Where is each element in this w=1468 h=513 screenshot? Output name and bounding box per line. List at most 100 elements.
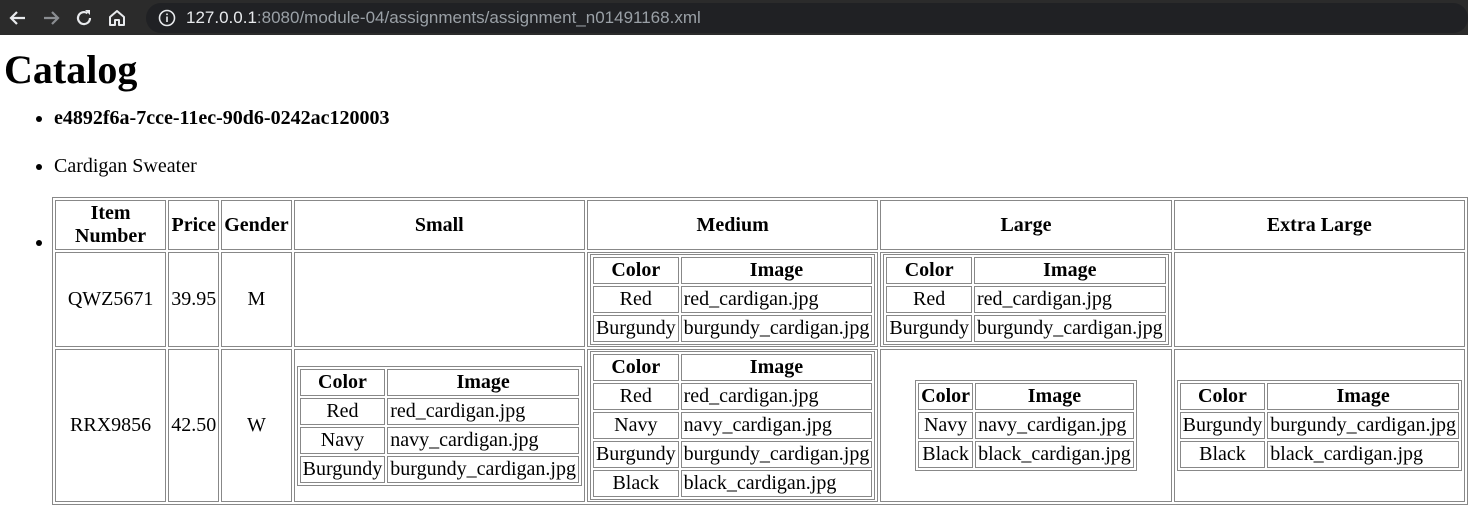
color-image-table: Color Image Burgundy burgundy_cardigan.jpg B… — [1176, 380, 1462, 471]
color-image-row: Burgundy burgundy_cardigan.jpg — [299, 455, 579, 483]
catalog-list: e4892f6a-7cce-11ec-90d6-0242ac120003 Car… — [0, 105, 1468, 505]
image-header: Image — [680, 354, 873, 381]
color-image-row: Navy navy_cardigan.jpg — [299, 426, 579, 454]
forward-arrow-icon — [44, 10, 60, 25]
image-cell: red_cardigan.jpg — [387, 397, 579, 425]
size-cell-extra-large: Color Image Burgundy burgundy_cardigan.jpg B… — [1173, 349, 1465, 502]
color-image-row: Red red_cardigan.jpg — [592, 286, 873, 313]
image-cell: burgundy_cardigan.jpg — [680, 441, 873, 468]
color-header: Color — [592, 354, 679, 381]
color-image-row: Burgundy burgundy_cardigan.jpg — [1179, 412, 1459, 439]
color-cell: Black — [592, 470, 679, 497]
home-icon — [109, 9, 125, 26]
size-cell-small: Color Image Red red_cardigan.jpg Navy navy_ca… — [293, 349, 585, 502]
image-cell: black_cardigan.jpg — [680, 470, 873, 497]
image-cell: burgundy_cardigan.jpg — [1267, 412, 1459, 439]
size-cell-large: Color Image Red red_cardigan.jpg Burgundy bur… — [880, 252, 1172, 347]
color-image-row: Navy navy_cardigan.jpg — [918, 412, 1134, 439]
color-cell: Burgundy — [592, 315, 679, 342]
color-cell: Red — [886, 286, 972, 313]
header-small: Small — [293, 200, 585, 250]
size-cell-medium: Color Image Red red_cardigan.jpg Navy navy_ca… — [586, 349, 879, 502]
color-image-table: Color Image Red red_cardigan.jpg Navy navy_ca… — [589, 351, 876, 500]
color-image-row: Black black_cardigan.jpg — [918, 441, 1134, 468]
image-header: Image — [973, 257, 1166, 284]
color-image-row: Navy navy_cardigan.jpg — [592, 412, 873, 439]
color-cell: Black — [918, 441, 974, 468]
image-cell: burgundy_cardigan.jpg — [387, 455, 579, 483]
page-title: Catalog — [4, 47, 138, 92]
color-image-row: Burgundy burgundy_cardigan.jpg — [886, 315, 1166, 342]
color-cell: Black — [1179, 441, 1266, 468]
image-cell: black_cardigan.jpg — [975, 441, 1134, 468]
color-image-row: Black black_cardigan.jpg — [592, 470, 873, 497]
color-image-row: Red red_cardigan.jpg — [299, 397, 579, 425]
image-cell: navy_cardigan.jpg — [680, 412, 873, 439]
color-header: Color — [918, 383, 974, 410]
header-extra-large: Extra Large — [1173, 200, 1465, 250]
color-image-row: Burgundy burgundy_cardigan.jpg — [592, 315, 873, 342]
size-cell-large: Color Image Navy navy_cardigan.jpg Black blac… — [880, 349, 1172, 502]
image-cell: red_cardigan.jpg — [680, 286, 873, 313]
color-cell: Burgundy — [1179, 412, 1266, 439]
color-image-header-row: Color Image — [592, 354, 873, 381]
reload-button[interactable] — [69, 3, 99, 33]
color-cell: Red — [592, 286, 679, 313]
address-bar[interactable]: 127.0.0.1:8080/module-04/assignments/ass… — [146, 2, 1468, 33]
image-header: Image — [387, 368, 579, 396]
header-gender: Gender — [221, 200, 292, 250]
color-image-table: Color Image Red red_cardigan.jpg Navy navy_ca… — [296, 365, 582, 486]
browser-toolbar: 127.0.0.1:8080/module-04/assignments/ass… — [0, 0, 1468, 35]
color-image-row: Black black_cardigan.jpg — [1179, 441, 1459, 468]
color-image-table: Color Image Red red_cardigan.jpg Burgundy bur… — [589, 254, 876, 345]
gender-cell: W — [221, 349, 292, 502]
color-image-table: Color Image Red red_cardigan.jpg Burgundy bur… — [883, 254, 1169, 345]
color-cell: Burgundy — [592, 441, 679, 468]
color-cell: Navy — [299, 426, 386, 454]
home-button[interactable] — [102, 3, 132, 33]
color-image-row: Burgundy burgundy_cardigan.jpg — [592, 441, 873, 468]
image-cell: burgundy_cardigan.jpg — [680, 315, 873, 342]
color-image-row: Red red_cardigan.jpg — [886, 286, 1166, 313]
color-header: Color — [592, 257, 679, 284]
image-cell: burgundy_cardigan.jpg — [973, 315, 1166, 342]
reload-icon — [76, 9, 92, 25]
price-cell: 39.95 — [168, 252, 220, 347]
item-number-cell: RRX9856 — [55, 349, 167, 502]
price-cell: 42.50 — [168, 349, 220, 502]
color-cell: Red — [299, 397, 386, 425]
image-header: Image — [680, 257, 873, 284]
image-cell: red_cardigan.jpg — [973, 286, 1166, 313]
color-header: Color — [299, 368, 386, 396]
color-header: Color — [886, 257, 972, 284]
table-row: QWZ5671 39.95 M Color Image Red red_cardigan.j… — [55, 252, 1465, 347]
catalog-table-item: Item Number Price Gender Small Medium La… — [52, 197, 1468, 505]
color-image-header-row: Color Image — [1179, 383, 1459, 410]
product-name: Cardigan Sweater — [54, 153, 1468, 179]
size-cell-small — [293, 252, 585, 347]
color-cell: Navy — [918, 412, 974, 439]
info-icon[interactable] — [158, 9, 176, 27]
color-cell: Burgundy — [299, 455, 386, 483]
color-image-header-row: Color Image — [299, 368, 579, 396]
size-cell-extra-large — [1173, 252, 1465, 347]
table-row: RRX9856 42.50 W Color Image Red red_cardigan.j… — [55, 349, 1465, 502]
url-host: 127.0.0.1 — [186, 7, 257, 27]
color-header: Color — [1179, 383, 1266, 410]
color-image-table: Color Image Navy navy_cardigan.jpg Black blac… — [915, 380, 1137, 471]
image-cell: navy_cardigan.jpg — [975, 412, 1134, 439]
image-cell: black_cardigan.jpg — [1267, 441, 1459, 468]
back-arrow-icon — [9, 10, 25, 25]
color-image-header-row: Color Image — [886, 257, 1166, 284]
item-number-cell: QWZ5671 — [55, 252, 167, 347]
header-large: Large — [880, 200, 1172, 250]
image-cell: red_cardigan.jpg — [680, 383, 873, 410]
color-image-row: Red red_cardigan.jpg — [592, 383, 873, 410]
gender-cell: M — [221, 252, 292, 347]
image-cell: navy_cardigan.jpg — [387, 426, 579, 454]
forward-button[interactable] — [36, 3, 66, 33]
back-button[interactable] — [3, 3, 33, 33]
header-item-number: Item Number — [55, 200, 167, 250]
color-image-header-row: Color Image — [918, 383, 1134, 410]
header-price: Price — [168, 200, 220, 250]
